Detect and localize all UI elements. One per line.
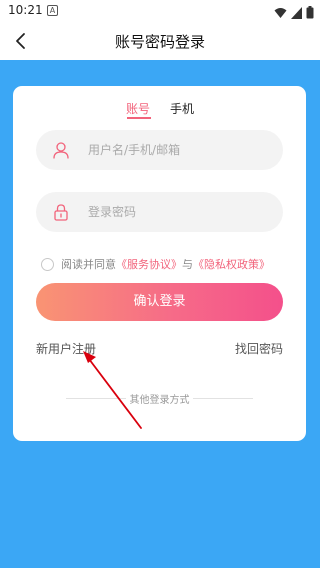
username-field-container	[36, 130, 283, 170]
agreement-checkbox[interactable]	[41, 257, 54, 271]
agreement-connector: 与	[182, 258, 193, 271]
tab-account[interactable]: 账号	[126, 100, 150, 117]
user-icon	[52, 141, 70, 159]
password-input[interactable]	[88, 192, 268, 232]
divider-line-right	[193, 398, 253, 399]
status-icons	[274, 4, 314, 23]
nav-bar: 账号密码登录	[0, 22, 320, 60]
battery-icon	[306, 4, 314, 23]
tab-phone[interactable]: 手机	[170, 100, 194, 117]
wifi-icon	[274, 4, 287, 23]
tab-active-indicator	[127, 117, 151, 119]
page-title: 账号密码登录	[114, 33, 205, 51]
status-bar: 10:21 A	[0, 0, 320, 22]
signal-icon	[291, 4, 302, 23]
privacy-policy-link[interactable]: 《隐私权政策》	[193, 256, 270, 272]
login-button[interactable]: 确认登录	[36, 283, 283, 321]
password-field-container	[36, 192, 283, 232]
notification-badge-icon: A	[47, 5, 58, 16]
login-card: 账号 手机 阅读并同意 《服务协议》 与 《隐私权政策》 确认登录 新用户	[13, 86, 306, 441]
status-time: 10:21	[8, 3, 43, 17]
agreement-row: 阅读并同意 《服务协议》 与 《隐私权政策》	[41, 257, 270, 271]
register-link[interactable]: 新用户注册	[36, 340, 96, 357]
service-agreement-link[interactable]: 《服务协议》	[116, 256, 182, 272]
forgot-password-link[interactable]: 找回密码	[235, 340, 283, 357]
lock-icon	[52, 203, 70, 221]
login-tabs: 账号 手机	[13, 100, 306, 120]
other-login-divider: 其他登录方式	[66, 391, 253, 406]
agreement-prefix: 阅读并同意	[61, 258, 116, 271]
username-input[interactable]	[88, 130, 268, 170]
